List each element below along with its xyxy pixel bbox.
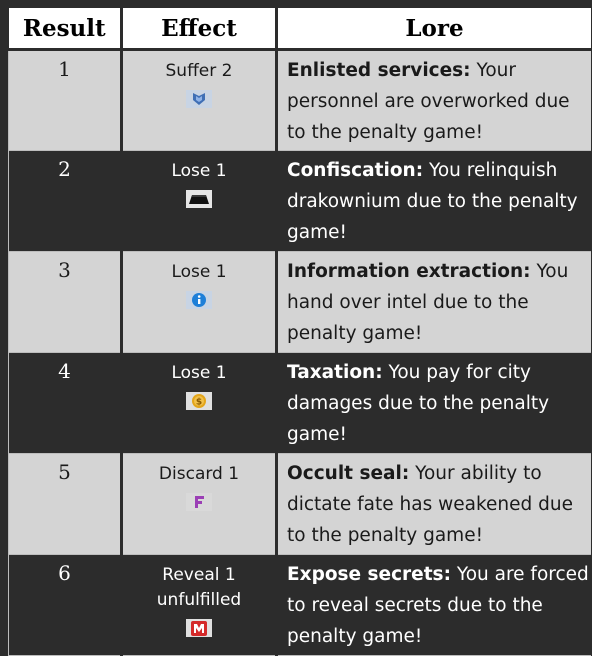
result-cell: 2 [9, 151, 122, 252]
secret-objective-icon [186, 619, 212, 637]
info-icon [186, 291, 212, 309]
effect-text: Lose 1 [123, 361, 275, 386]
effect-cell: Discard 1 [122, 454, 277, 555]
lore-title: Taxation: [287, 362, 383, 383]
effect-cell: Reveal 1 unfulfilled [122, 555, 277, 656]
lore-cell: Information extraction: You hand over in… [277, 252, 592, 353]
effect-text: Lose 1 [123, 260, 275, 285]
effect-cell: Lose 1 $ [122, 353, 277, 454]
effect-cell: Suffer 2 [122, 50, 277, 151]
svg-text:$: $ [196, 398, 202, 408]
header-effect: Effect [122, 8, 277, 50]
fate-card-icon [186, 493, 212, 511]
morale-shield-icon [186, 90, 212, 108]
lore-cell: Enlisted services: Your personnel are ov… [277, 50, 592, 151]
lore-title: Confiscation: [287, 160, 423, 181]
header-result: Result [9, 8, 122, 50]
result-cell: 5 [9, 454, 122, 555]
table-header-row: Result Effect Lore [9, 8, 592, 50]
table-row: 4 Lose 1 $ Taxation: You pay for city da… [9, 353, 592, 454]
table-row: 2 Lose 1 Confiscation: You relinquish dr… [9, 151, 592, 252]
effect-cell: Lose 1 [122, 252, 277, 353]
table-row: 1 Suffer 2 Enlisted services: Your perso… [9, 50, 592, 151]
effect-text: Reveal 1 unfulfilled [123, 563, 275, 613]
lore-title: Expose secrets: [287, 564, 451, 585]
result-cell: 4 [9, 353, 122, 454]
table-row: 6 Reveal 1 unfulfilled Expose secrets: Y… [9, 555, 592, 656]
result-cell: 3 [9, 252, 122, 353]
lore-cell: Expose secrets: You are forced to reveal… [277, 555, 592, 656]
table-row: 5 Discard 1 Occult seal: Your ability to… [9, 454, 592, 555]
effect-text: Lose 1 [123, 159, 275, 184]
penalty-table: Result Effect Lore 1 Suffer 2 [8, 8, 592, 656]
effect-text: Suffer 2 [123, 59, 275, 84]
result-cell: 6 [9, 555, 122, 656]
drakownium-ingot-icon [186, 190, 212, 208]
result-cell: 1 [9, 50, 122, 151]
lore-title: Information extraction: [287, 261, 531, 282]
lore-cell: Occult seal: Your ability to dictate fat… [277, 454, 592, 555]
lore-cell: Taxation: You pay for city damages due t… [277, 353, 592, 454]
lore-title: Occult seal: [287, 463, 409, 484]
table-row: 3 Lose 1 Information extraction: You han… [9, 252, 592, 353]
lore-title: Enlisted services: [287, 60, 471, 81]
penalty-table-page: Result Effect Lore 1 Suffer 2 [0, 0, 592, 648]
effect-cell: Lose 1 [122, 151, 277, 252]
coin-icon: $ [186, 392, 212, 410]
header-lore: Lore [277, 8, 592, 50]
lore-cell: Confiscation: You relinquish drakownium … [277, 151, 592, 252]
effect-text: Discard 1 [123, 462, 275, 487]
